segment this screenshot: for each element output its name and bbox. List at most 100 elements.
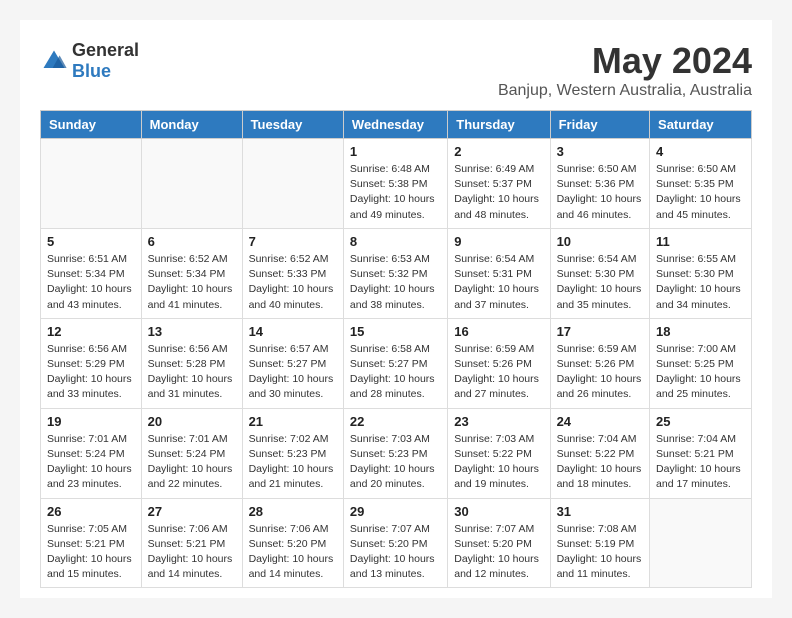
day-info: Sunrise: 6:51 AM Sunset: 5:34 PM Dayligh… xyxy=(47,252,135,313)
calendar-day-cell: 28 Sunrise: 7:06 AM Sunset: 5:20 PM Dayli… xyxy=(242,498,343,588)
calendar-day-cell: 12 Sunrise: 6:56 AM Sunset: 5:29 PM Dayli… xyxy=(41,318,142,408)
day-info: Sunrise: 6:54 AM Sunset: 5:31 PM Dayligh… xyxy=(454,252,543,313)
day-number: 19 xyxy=(47,414,135,429)
calendar-day-cell xyxy=(242,139,343,229)
calendar-day-cell: 25 Sunrise: 7:04 AM Sunset: 5:21 PM Dayli… xyxy=(650,408,752,498)
calendar-day-cell: 3Sunrise: 6:50 AM Sunset: 5:36 PM Daylig… xyxy=(550,139,649,229)
day-number: 4 xyxy=(656,144,745,159)
calendar-day-cell: 7Sunrise: 6:52 AM Sunset: 5:33 PM Daylig… xyxy=(242,228,343,318)
calendar-day-cell: 16 Sunrise: 6:59 AM Sunset: 5:26 PM Dayli… xyxy=(448,318,550,408)
day-info: Sunrise: 7:04 AM Sunset: 5:21 PM Dayligh… xyxy=(656,432,745,493)
day-number: 17 xyxy=(557,324,643,339)
day-number: 5 xyxy=(47,234,135,249)
day-info: Sunrise: 6:55 AM Sunset: 5:30 PM Dayligh… xyxy=(656,252,745,313)
day-number: 30 xyxy=(454,504,543,519)
subtitle: Banjup, Western Australia, Australia xyxy=(498,82,752,100)
calendar-day-cell: 11 Sunrise: 6:55 AM Sunset: 5:30 PM Dayli… xyxy=(650,228,752,318)
day-info: Sunrise: 7:02 AM Sunset: 5:23 PM Dayligh… xyxy=(249,432,337,493)
day-number: 8 xyxy=(350,234,441,249)
calendar-week-row: 5 Sunrise: 6:51 AM Sunset: 5:34 PM Daylig… xyxy=(41,228,752,318)
calendar-day-cell: 15 Sunrise: 6:58 AM Sunset: 5:27 PM Dayli… xyxy=(343,318,447,408)
day-info: Sunrise: 6:56 AM Sunset: 5:28 PM Dayligh… xyxy=(148,342,236,403)
day-number: 23 xyxy=(454,414,543,429)
day-number: 28 xyxy=(249,504,337,519)
day-info: Sunrise: 6:56 AM Sunset: 5:29 PM Dayligh… xyxy=(47,342,135,403)
weekday-header: Friday xyxy=(550,111,649,139)
day-info: Sunrise: 7:06 AM Sunset: 5:21 PM Dayligh… xyxy=(148,522,236,583)
day-number: 15 xyxy=(350,324,441,339)
day-number: 2 xyxy=(454,144,543,159)
calendar-day-cell: 30Sunrise: 7:07 AM Sunset: 5:20 PM Dayli… xyxy=(448,498,550,588)
logo-icon xyxy=(40,47,68,75)
calendar-day-cell: 10Sunrise: 6:54 AM Sunset: 5:30 PM Dayli… xyxy=(550,228,649,318)
day-info: Sunrise: 7:06 AM Sunset: 5:20 PM Dayligh… xyxy=(249,522,337,583)
day-number: 18 xyxy=(656,324,745,339)
day-number: 13 xyxy=(148,324,236,339)
calendar-day-cell: 19 Sunrise: 7:01 AM Sunset: 5:24 PM Dayli… xyxy=(41,408,142,498)
calendar-day-cell: 2Sunrise: 6:49 AM Sunset: 5:37 PM Daylig… xyxy=(448,139,550,229)
day-number: 9 xyxy=(454,234,543,249)
calendar-day-cell: 5 Sunrise: 6:51 AM Sunset: 5:34 PM Daylig… xyxy=(41,228,142,318)
day-info: Sunrise: 7:04 AM Sunset: 5:22 PM Dayligh… xyxy=(557,432,643,493)
calendar-day-cell xyxy=(41,139,142,229)
day-info: Sunrise: 6:50 AM Sunset: 5:36 PM Dayligh… xyxy=(557,162,643,223)
calendar-day-cell: 9 Sunrise: 6:54 AM Sunset: 5:31 PM Daylig… xyxy=(448,228,550,318)
day-info: Sunrise: 7:03 AM Sunset: 5:23 PM Dayligh… xyxy=(350,432,441,493)
calendar-day-cell: 21 Sunrise: 7:02 AM Sunset: 5:23 PM Dayli… xyxy=(242,408,343,498)
day-info: Sunrise: 6:59 AM Sunset: 5:26 PM Dayligh… xyxy=(557,342,643,403)
day-info: Sunrise: 7:08 AM Sunset: 5:19 PM Dayligh… xyxy=(557,522,643,583)
calendar-day-cell: 23 Sunrise: 7:03 AM Sunset: 5:22 PM Dayli… xyxy=(448,408,550,498)
day-number: 20 xyxy=(148,414,236,429)
day-info: Sunrise: 6:52 AM Sunset: 5:34 PM Dayligh… xyxy=(148,252,236,313)
calendar-day-cell: 24 Sunrise: 7:04 AM Sunset: 5:22 PM Dayli… xyxy=(550,408,649,498)
weekday-header: Thursday xyxy=(448,111,550,139)
day-info: Sunrise: 6:48 AM Sunset: 5:38 PM Dayligh… xyxy=(350,162,441,223)
day-number: 25 xyxy=(656,414,745,429)
calendar-week-row: 1 Sunrise: 6:48 AM Sunset: 5:38 PM Daylig… xyxy=(41,139,752,229)
day-info: Sunrise: 7:05 AM Sunset: 5:21 PM Dayligh… xyxy=(47,522,135,583)
header: General Blue May 2024 Banjup, Western Au… xyxy=(40,40,752,100)
day-info: Sunrise: 7:00 AM Sunset: 5:25 PM Dayligh… xyxy=(656,342,745,403)
logo-general: General xyxy=(72,40,139,60)
weekday-header: Wednesday xyxy=(343,111,447,139)
calendar-day-cell xyxy=(650,498,752,588)
calendar-day-cell: 6Sunrise: 6:52 AM Sunset: 5:34 PM Daylig… xyxy=(141,228,242,318)
day-number: 29 xyxy=(350,504,441,519)
weekday-header: Sunday xyxy=(41,111,142,139)
day-info: Sunrise: 6:53 AM Sunset: 5:32 PM Dayligh… xyxy=(350,252,441,313)
calendar-week-row: 26Sunrise: 7:05 AM Sunset: 5:21 PM Dayli… xyxy=(41,498,752,588)
logo: General Blue xyxy=(40,40,139,82)
calendar-day-cell: 4Sunrise: 6:50 AM Sunset: 5:35 PM Daylig… xyxy=(650,139,752,229)
day-number: 11 xyxy=(656,234,745,249)
day-number: 27 xyxy=(148,504,236,519)
calendar-day-cell: 1 Sunrise: 6:48 AM Sunset: 5:38 PM Daylig… xyxy=(343,139,447,229)
day-number: 21 xyxy=(249,414,337,429)
calendar-day-cell: 14Sunrise: 6:57 AM Sunset: 5:27 PM Dayli… xyxy=(242,318,343,408)
calendar-day-cell xyxy=(141,139,242,229)
calendar-day-cell: 29Sunrise: 7:07 AM Sunset: 5:20 PM Dayli… xyxy=(343,498,447,588)
day-number: 24 xyxy=(557,414,643,429)
day-number: 1 xyxy=(350,144,441,159)
calendar-week-row: 12 Sunrise: 6:56 AM Sunset: 5:29 PM Dayli… xyxy=(41,318,752,408)
day-number: 10 xyxy=(557,234,643,249)
day-number: 16 xyxy=(454,324,543,339)
day-number: 12 xyxy=(47,324,135,339)
calendar-header-row: SundayMondayTuesdayWednesdayThursdayFrid… xyxy=(41,111,752,139)
weekday-header: Tuesday xyxy=(242,111,343,139)
day-info: Sunrise: 6:52 AM Sunset: 5:33 PM Dayligh… xyxy=(249,252,337,313)
day-number: 31 xyxy=(557,504,643,519)
day-info: Sunrise: 7:01 AM Sunset: 5:24 PM Dayligh… xyxy=(47,432,135,493)
day-info: Sunrise: 6:57 AM Sunset: 5:27 PM Dayligh… xyxy=(249,342,337,403)
calendar-day-cell: 18 Sunrise: 7:00 AM Sunset: 5:25 PM Dayli… xyxy=(650,318,752,408)
calendar-day-cell: 17 Sunrise: 6:59 AM Sunset: 5:26 PM Dayli… xyxy=(550,318,649,408)
logo-blue: Blue xyxy=(72,61,111,81)
title-section: May 2024 Banjup, Western Australia, Aust… xyxy=(498,40,752,100)
calendar-day-cell: 13 Sunrise: 6:56 AM Sunset: 5:28 PM Dayli… xyxy=(141,318,242,408)
calendar-week-row: 19 Sunrise: 7:01 AM Sunset: 5:24 PM Dayli… xyxy=(41,408,752,498)
day-info: Sunrise: 6:58 AM Sunset: 5:27 PM Dayligh… xyxy=(350,342,441,403)
calendar-day-cell: 22Sunrise: 7:03 AM Sunset: 5:23 PM Dayli… xyxy=(343,408,447,498)
day-info: Sunrise: 6:59 AM Sunset: 5:26 PM Dayligh… xyxy=(454,342,543,403)
calendar-day-cell: 8 Sunrise: 6:53 AM Sunset: 5:32 PM Daylig… xyxy=(343,228,447,318)
day-info: Sunrise: 7:03 AM Sunset: 5:22 PM Dayligh… xyxy=(454,432,543,493)
calendar-container: General Blue May 2024 Banjup, Western Au… xyxy=(20,20,772,598)
